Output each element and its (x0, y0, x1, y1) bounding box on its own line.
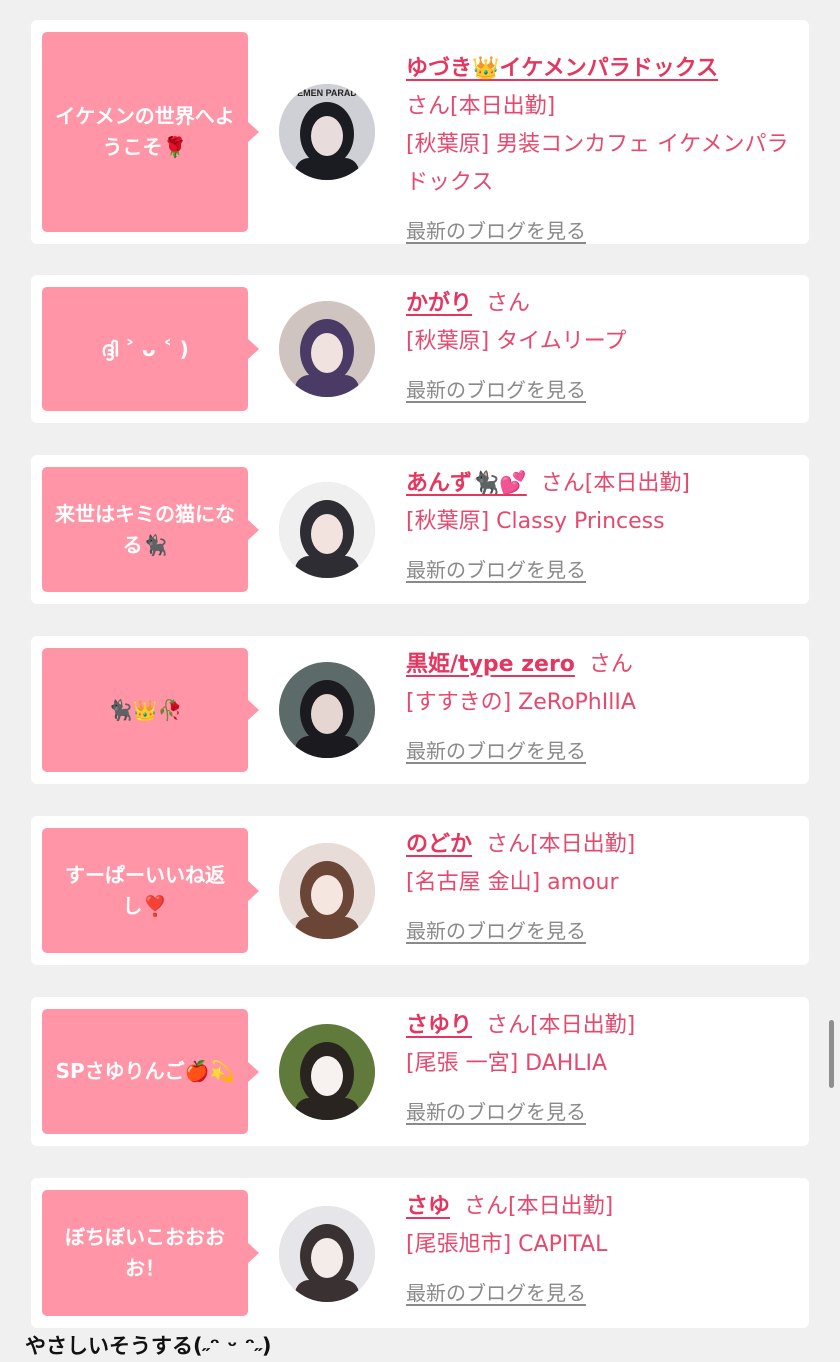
latest-blog-link[interactable]: 最新のブログを見る (406, 371, 801, 409)
footer-caption: やさしいそうする(˶ᵔ ᵕ ᵔ˶) (25, 1334, 272, 1358)
message-bubble-text: イケメンの世界へようこそ🌹 (55, 104, 235, 159)
message-bubble: すーぱーいいね返し❣️ (42, 828, 259, 953)
latest-blog-link[interactable]: 最新のブログを見る (406, 912, 801, 950)
blog-card[interactable]: ぼちぼいこおおおお！ さゆ さん[本日出勤] [尾張旭市] CAPITAL 最新のブログ… (31, 1178, 809, 1328)
cast-heading: あんず🐈‍⬛💕 さん[本日出勤] (406, 465, 801, 503)
avatar[interactable]: EMEN PARAD (279, 84, 375, 180)
cast-heading: ゆづき👑イケメンパラドックス さん[本日出勤] (406, 50, 801, 126)
scrollbar-thumb[interactable] (829, 1020, 834, 1088)
message-bubble: ദ്ദി ˃ ᴗ ˂ ) (42, 287, 259, 411)
shop-name: [すすきの] ZeRoPhIlIA (406, 690, 636, 715)
message-bubble-text: ദ്ദി ˃ ᴗ ˂ ) (101, 336, 189, 361)
avatar[interactable] (279, 843, 375, 939)
cast-suffix: さん (588, 652, 633, 677)
cast-suffix: さん[本日出勤] (540, 471, 690, 496)
shop-name: [尾張 一宮] DAHLIA (406, 1051, 608, 1076)
latest-blog-link[interactable]: 最新のブログを見る (406, 1093, 801, 1131)
cast-name-link[interactable]: さゆ (406, 1194, 450, 1219)
avatar[interactable] (279, 482, 375, 578)
cast-suffix: さん[本日出勤] (464, 1194, 614, 1219)
blog-card[interactable]: 🐈‍⬛👑🥀 黒姫/type zero さん [すすきの] ZeRoPhIlIA 最新のブ… (31, 636, 809, 784)
avatar[interactable] (279, 1024, 375, 1120)
cast-heading: のどか さん[本日出勤] (406, 826, 801, 864)
cast-info: のどか さん[本日出勤] [名古屋 金山] amour 最新のブログを見る (406, 826, 801, 950)
blog-card[interactable]: ദ്ദി ˃ ᴗ ˂ ) かがり さん [秋葉原] タイムリープ最新のブログを見る (31, 275, 809, 423)
message-bubble: ぼちぼいこおおおお！ (42, 1190, 259, 1316)
blog-card[interactable]: SPさゆりんご🍎💫 さゆり さん[本日出勤] [尾張 一宮] DAHLIA 最新のブログ… (31, 997, 809, 1146)
cast-name-link[interactable]: ゆづき👑イケメンパラドックス (406, 56, 718, 81)
shop-name: [名古屋 金山] amour (406, 870, 619, 895)
cast-suffix: さん[本日出勤] (406, 94, 556, 119)
cast-name-link[interactable]: さゆり (406, 1013, 472, 1038)
cast-info: かがり さん [秋葉原] タイムリープ最新のブログを見る (406, 285, 801, 409)
shop-name: [尾張旭市] CAPITAL (406, 1232, 608, 1257)
cast-info: 黒姫/type zero さん [すすきの] ZeRoPhIlIA 最新のブログを見る (406, 646, 801, 770)
message-bubble: 🐈‍⬛👑🥀 (42, 648, 259, 772)
avatar[interactable] (279, 1206, 375, 1302)
message-bubble-text: 来世はキミの猫になる🐈‍⬛ (55, 501, 235, 557)
message-bubble-text: ぼちぼいこおおおお！ (65, 1225, 225, 1280)
message-bubble: 来世はキミの猫になる🐈‍⬛ (42, 467, 259, 592)
shop-name: [秋葉原] 男装コンカフェ イケメンパラドックス (406, 132, 789, 195)
message-bubble: SPさゆりんご🍎💫 (42, 1009, 259, 1134)
cast-name-link[interactable]: のどか (406, 832, 472, 857)
cast-info: あんず🐈‍⬛💕 さん[本日出勤] [秋葉原] Classy Princess 最新のブ… (406, 465, 801, 589)
avatar[interactable] (279, 662, 375, 758)
message-bubble: イケメンの世界へようこそ🌹 (42, 32, 259, 232)
blog-card[interactable]: 来世はキミの猫になる🐈‍⬛ あんず🐈‍⬛💕 さん[本日出勤] [秋葉原] Classy… (31, 455, 809, 604)
latest-blog-link[interactable]: 最新のブログを見る (406, 1274, 801, 1312)
blog-card[interactable]: イケメンの世界へようこそ🌹 EMEN PARAD ゆづき👑イケメンパラドックス さん[… (31, 20, 809, 244)
cast-suffix: さん (486, 291, 531, 316)
cast-info: さゆり さん[本日出勤] [尾張 一宮] DAHLIA 最新のブログを見る (406, 1007, 801, 1131)
cast-heading: 黒姫/type zero さん (406, 646, 801, 684)
shop-name: [秋葉原] Classy Princess (406, 509, 665, 534)
latest-blog-link[interactable]: 最新のブログを見る (406, 212, 801, 250)
cast-suffix: さん[本日出勤] (486, 832, 636, 857)
shop-name: [秋葉原] タイムリープ (406, 329, 627, 354)
cast-info: さゆ さん[本日出勤] [尾張旭市] CAPITAL 最新のブログを見る (406, 1188, 801, 1312)
cast-info: ゆづき👑イケメンパラドックス さん[本日出勤] [秋葉原] 男装コンカフェ イケメン… (406, 50, 801, 250)
cast-heading: さゆ さん[本日出勤] (406, 1188, 801, 1226)
cast-name-link[interactable]: かがり (406, 291, 472, 316)
cast-name-link[interactable]: あんず🐈‍⬛💕 (406, 471, 527, 496)
cast-suffix: さん[本日出勤] (486, 1013, 636, 1038)
latest-blog-link[interactable]: 最新のブログを見る (406, 551, 801, 589)
latest-blog-link[interactable]: 最新のブログを見る (406, 732, 801, 770)
avatar[interactable] (279, 301, 375, 397)
message-bubble-text: SPさゆりんご🍎💫 (55, 1059, 235, 1083)
message-bubble-text: すーぱーいいね返し❣️ (65, 862, 225, 918)
avatar-text: EMEN PARAD (297, 88, 357, 98)
blog-card[interactable]: すーぱーいいね返し❣️ のどか さん[本日出勤] [名古屋 金山] amour 最新のブ… (31, 816, 809, 965)
message-bubble-text: 🐈‍⬛👑🥀 (107, 697, 183, 722)
cast-name-link[interactable]: 黒姫/type zero (406, 652, 575, 677)
cast-heading: さゆり さん[本日出勤] (406, 1007, 801, 1045)
cast-heading: かがり さん (406, 285, 801, 323)
